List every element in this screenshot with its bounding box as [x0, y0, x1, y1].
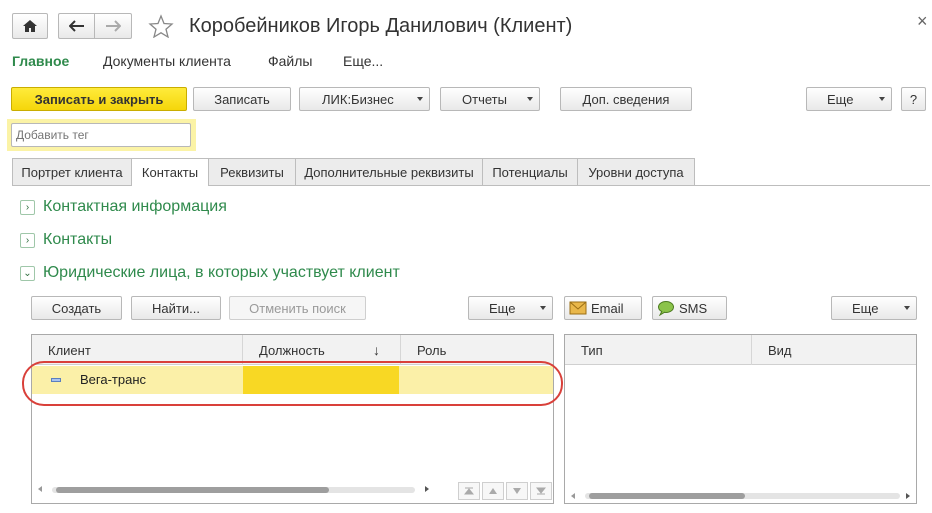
email-icon [569, 301, 587, 315]
forward-button[interactable] [94, 13, 132, 39]
tab-access-levels[interactable]: Уровни доступа [577, 158, 695, 185]
favorite-star-icon[interactable] [148, 14, 174, 41]
move-last-button[interactable] [530, 482, 552, 500]
column-header-type[interactable]: Тип [565, 335, 752, 365]
table-header: Клиент Должность ↓ Роль [32, 335, 553, 365]
section-legal-entities[interactable]: ⌄ Юридические лица, в которых участвует … [20, 263, 400, 283]
arrow-right-icon [106, 20, 121, 32]
tab-additional-requisites[interactable]: Дополнительные реквизиты [295, 158, 483, 185]
arrow-left-icon [68, 20, 84, 32]
more-dropdown[interactable]: Еще [806, 87, 892, 111]
add-tag-input[interactable] [11, 123, 191, 147]
save-and-close-button[interactable]: Записать и закрыть [11, 87, 187, 111]
left-more-dropdown[interactable]: Еще [468, 296, 553, 320]
column-role-label: Роль [417, 342, 447, 358]
home-icon [23, 20, 37, 32]
sms-button[interactable]: SMS [652, 296, 727, 320]
create-button[interactable]: Создать [31, 296, 122, 320]
extra-info-button[interactable]: Доп. сведения [560, 87, 692, 111]
save-button[interactable]: Записать [193, 87, 291, 111]
section-contact-info-label: Контактная информация [43, 198, 227, 215]
column-kind-label: Вид [768, 342, 792, 358]
expand-chevron-icon: › [20, 232, 35, 248]
sort-descending-icon: ↓ [373, 342, 380, 358]
move-down-button[interactable] [506, 482, 528, 500]
left-more-label: Еще [489, 300, 516, 316]
cell-position[interactable] [243, 366, 399, 394]
home-button[interactable] [12, 13, 48, 39]
cancel-search-button[interactable]: Отменить поиск [229, 296, 366, 320]
contacts-table[interactable]: Тип Вид [564, 334, 917, 504]
lik-business-label: ЛИК:Бизнес [322, 91, 394, 107]
move-up-button[interactable] [482, 482, 504, 500]
expand-chevron-icon: › [20, 199, 35, 215]
sms-icon [658, 301, 674, 316]
section-legal-entities-label: Юридические лица, в которых участвует кл… [43, 264, 400, 281]
move-last-icon [536, 487, 546, 495]
cell-client: Вега-транс [80, 372, 147, 387]
window-title: Коробейников Игорь Данилович (Клиент) [189, 15, 573, 37]
lik-business-dropdown[interactable]: ЛИК:Бизнес [299, 87, 430, 111]
table-header: Тип Вид [565, 335, 916, 365]
back-button[interactable] [58, 13, 94, 39]
scroll-right-icon[interactable] [906, 493, 910, 499]
column-header-position[interactable]: Должность ↓ [243, 335, 401, 365]
right-more-label: Еще [852, 300, 879, 316]
more-label: Еще [827, 91, 854, 107]
close-icon[interactable]: × [917, 11, 928, 32]
section-contact-info[interactable]: › Контактная информация [20, 197, 227, 217]
move-first-icon [464, 487, 474, 495]
move-up-icon [489, 488, 497, 494]
column-client-label: Клиент [48, 342, 91, 358]
reports-label: Отчеты [462, 91, 507, 107]
reports-dropdown[interactable]: Отчеты [440, 87, 540, 111]
email-label: Email [591, 300, 624, 316]
section-contacts[interactable]: › Контакты [20, 230, 112, 250]
column-type-label: Тип [581, 342, 603, 358]
row-state-icon [51, 378, 61, 382]
column-position-label: Должность [259, 342, 325, 358]
email-button[interactable]: Email [564, 296, 642, 320]
scroll-left-icon[interactable] [38, 486, 42, 492]
move-down-icon [513, 488, 521, 494]
nav-files[interactable]: Файлы [268, 53, 312, 69]
right-more-dropdown[interactable]: Еще [831, 296, 917, 320]
collapse-chevron-icon: ⌄ [20, 265, 35, 281]
tab-requisites[interactable]: Реквизиты [208, 158, 296, 185]
scroll-right-icon[interactable] [425, 486, 429, 492]
tab-client-portrait[interactable]: Портрет клиента [12, 158, 132, 185]
nav-more[interactable]: Еще... [343, 53, 383, 69]
nav-main[interactable]: Главное [12, 53, 69, 69]
legal-entities-table[interactable]: Клиент Должность ↓ Роль Вега-транс [31, 334, 554, 504]
scrollbar-thumb[interactable] [589, 493, 745, 499]
nav-client-documents[interactable]: Документы клиента [103, 53, 231, 69]
tab-contacts[interactable]: Контакты [131, 158, 209, 186]
column-header-client[interactable]: Клиент [32, 335, 243, 365]
tab-potentials[interactable]: Потенциалы [482, 158, 578, 185]
sms-label: SMS [679, 300, 708, 316]
scrollbar-thumb[interactable] [56, 487, 329, 493]
table-row[interactable]: Вега-транс [32, 366, 553, 394]
find-button[interactable]: Найти... [131, 296, 221, 320]
section-contacts-label: Контакты [43, 231, 113, 248]
scroll-left-icon[interactable] [571, 493, 575, 499]
help-button[interactable]: ? [901, 87, 926, 111]
move-first-button[interactable] [458, 482, 480, 500]
column-header-role[interactable]: Роль [401, 335, 553, 365]
column-header-kind[interactable]: Вид [752, 335, 916, 365]
